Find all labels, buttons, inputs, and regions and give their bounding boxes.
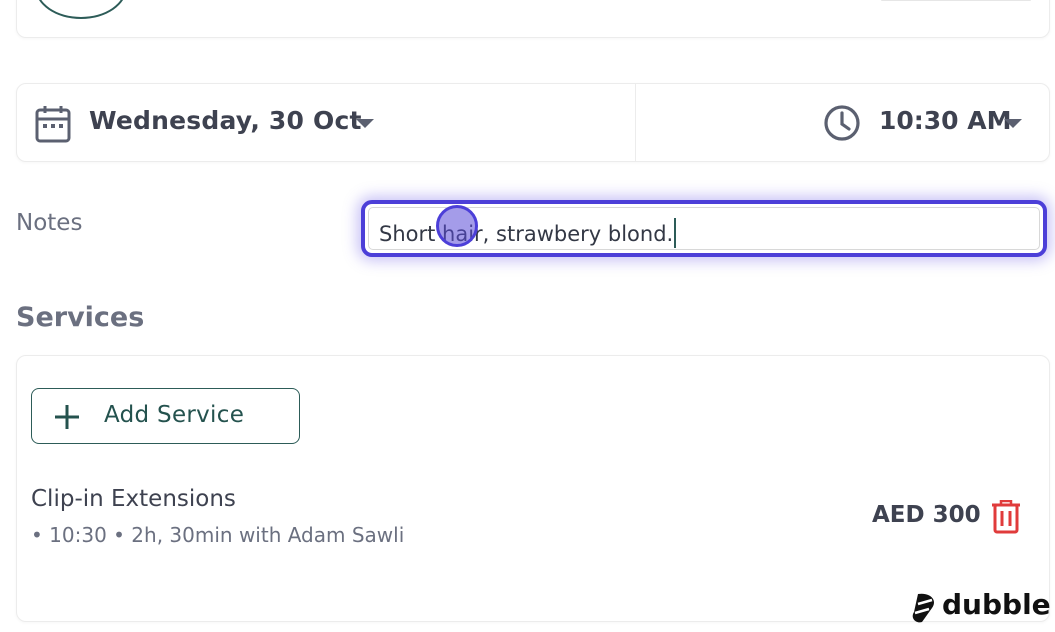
time-picker[interactable]: 10:30 AM <box>636 84 1049 161</box>
profile-card <box>16 0 1050 38</box>
notes-label: Notes <box>16 210 83 236</box>
calendar-icon <box>35 106 71 143</box>
services-title: Services <box>16 302 145 333</box>
date-picker[interactable]: Wednesday, 30 Oct <box>17 84 635 161</box>
notes-text: Short hair, strawbery blond. <box>379 222 674 246</box>
service-name: Clip-in Extensions <box>31 486 236 512</box>
profile-card-control <box>881 0 1031 1</box>
time-label: 10:30 AM <box>879 106 1012 135</box>
caret-down-icon <box>1004 119 1022 128</box>
service-price: AED 300 <box>872 502 981 528</box>
services-card: Add Service Clip-in Extensions • 10:30 •… <box>16 355 1050 622</box>
dubble-watermark: dubble <box>910 588 1051 626</box>
add-service-label: Add Service <box>104 402 245 428</box>
notes-value: Short hair, strawbery blond. <box>379 218 677 248</box>
service-meta: • 10:30 • 2h, 30min with Adam Sawli <box>31 523 405 547</box>
date-label: Wednesday, 30 Oct <box>89 106 362 135</box>
caret-down-icon <box>356 119 374 128</box>
clock-icon <box>824 105 860 141</box>
click-indicator <box>436 205 478 247</box>
watermark-text: dubble <box>942 588 1051 621</box>
avatar <box>35 0 127 19</box>
trash-icon[interactable] <box>990 500 1022 534</box>
add-service-button[interactable]: Add Service <box>31 388 300 444</box>
dubble-logo-icon <box>912 593 935 623</box>
datetime-card: Wednesday, 30 Oct 10:30 AM <box>16 83 1050 162</box>
plus-icon <box>55 405 79 429</box>
text-caret <box>674 218 677 248</box>
